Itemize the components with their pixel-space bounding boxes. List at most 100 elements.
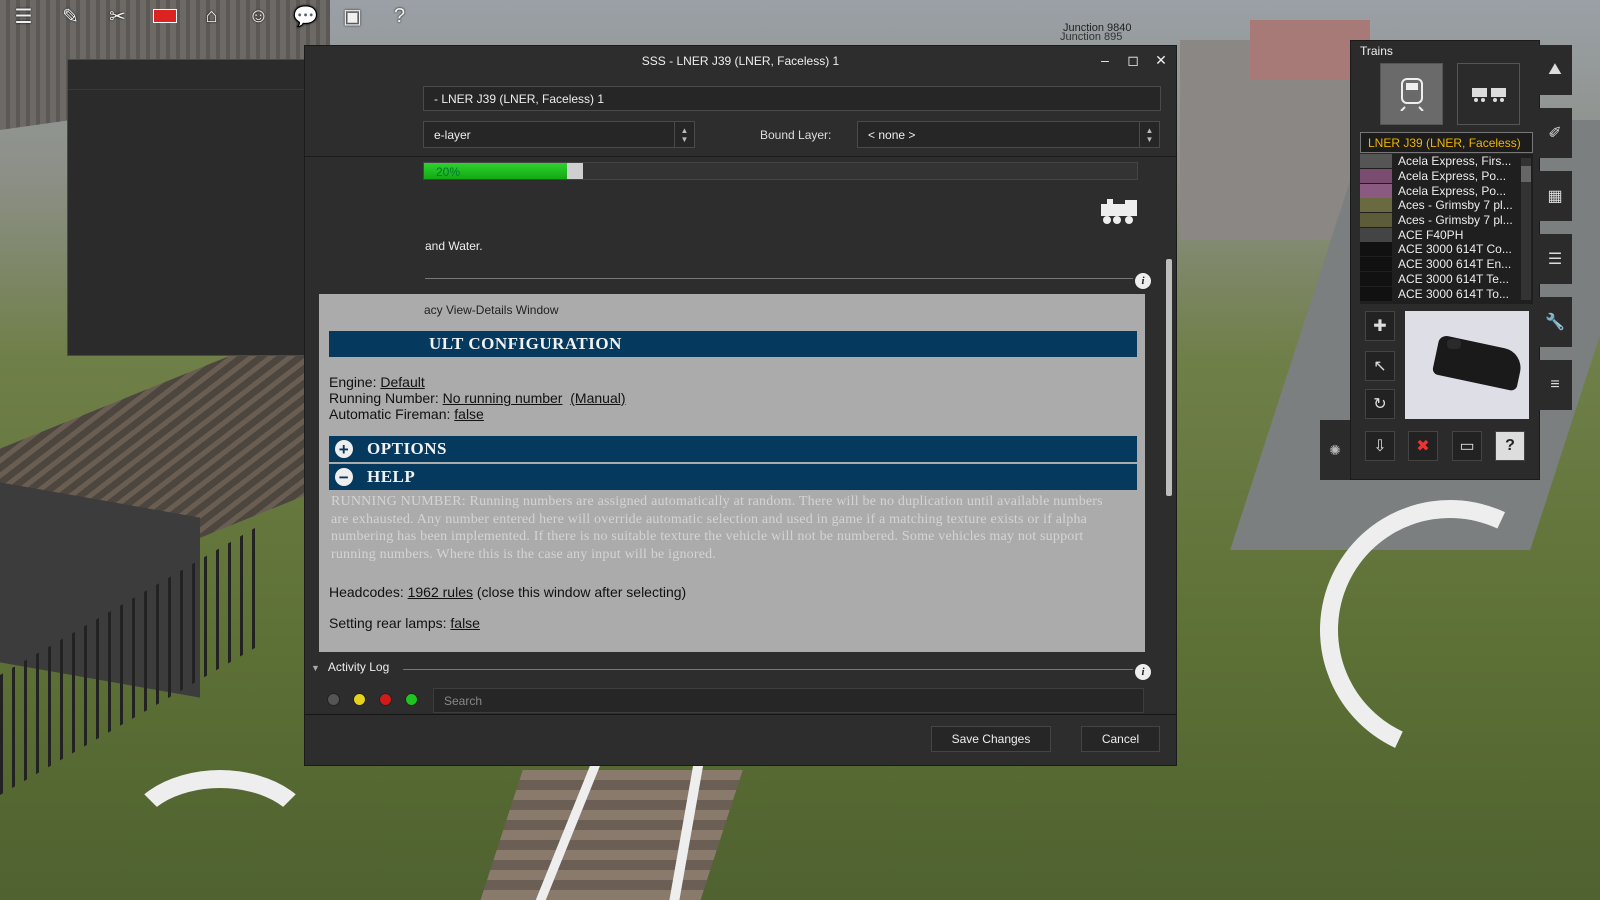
compass-icon[interactable]: ✺ [1320, 420, 1350, 480]
rolling-stock-filter-button[interactable] [1457, 63, 1520, 125]
rotate-icon[interactable]: ↻ [1365, 389, 1395, 419]
trains-panel: Trains LNER J39 (LNER, Faceless) Acela E… [1350, 40, 1540, 480]
layer-select[interactable]: e-layer ▲ ▼ [423, 121, 695, 148]
filter-ok-dot[interactable] [405, 693, 418, 706]
engine-link[interactable]: Default [380, 374, 424, 390]
locomotive-icon [1097, 196, 1141, 226]
filter-error-dot[interactable] [379, 693, 392, 706]
activity-log-label: Activity Log [327, 660, 390, 674]
menu-icon[interactable]: ☰ [0, 0, 47, 32]
rear-lamps-link[interactable]: false [450, 615, 480, 631]
camera-icon[interactable]: ⌂ [188, 0, 235, 32]
name-input[interactable]: - LNER J39 (LNER, Faceless) 1 [423, 86, 1161, 111]
headcodes-label: Headcodes: [329, 584, 408, 600]
maximize-icon[interactable]: ◻ [1126, 52, 1140, 69]
locomotive-filter-button[interactable] [1380, 63, 1443, 125]
selected-train-name[interactable]: LNER J39 (LNER, Faceless) [1360, 132, 1533, 153]
edit-icon[interactable]: ✎ [47, 0, 94, 32]
thumbnail [1360, 271, 1392, 286]
commodity-progress-bar[interactable]: 20% [423, 162, 1138, 180]
rear-lamps-row: Setting rear lamps: false [329, 615, 480, 631]
thumbnail [1360, 183, 1392, 198]
headcodes-row: Headcodes: 1962 rules (close this window… [329, 584, 686, 600]
railway-track [477, 770, 743, 900]
train-list: Acela Express, Firs... Acela Express, Po… [1360, 154, 1533, 304]
list-item[interactable]: Aces - Grimsby 7 pl... [1360, 213, 1533, 228]
chat-icon[interactable]: 💬 [282, 0, 329, 32]
scrollbar[interactable] [1166, 259, 1172, 496]
window-icon[interactable]: ▣ [329, 0, 376, 32]
options-header[interactable]: + OPTIONS [329, 436, 1137, 462]
layers-icon[interactable]: ≡ [1538, 360, 1572, 410]
manual-link[interactable]: (Manual) [570, 390, 625, 406]
item-label: ACE 3000 614T En... [1398, 257, 1512, 272]
list-item[interactable]: ACE 3000 614T Te... [1360, 271, 1533, 287]
divider [305, 714, 1176, 715]
window-controls: – ◻ ✕ [1098, 52, 1168, 69]
list-item[interactable]: ACE 3000 614T En... [1360, 257, 1533, 272]
properties-dialog: SSS - LNER J39 (LNER, Faceless) 1 – ◻ ✕ … [304, 45, 1177, 766]
log-search-input[interactable]: Search [433, 688, 1144, 713]
pick-tool-icon[interactable]: ↖ [1365, 351, 1395, 381]
help-icon[interactable]: ? [1495, 431, 1525, 461]
wrench-icon[interactable]: 🔧 [1538, 297, 1572, 347]
list-item[interactable]: ACE F40PH [1360, 227, 1533, 242]
locomotive-model [1431, 334, 1525, 392]
flag-icon[interactable] [141, 0, 188, 32]
consist-icon[interactable]: ▭ [1452, 431, 1482, 461]
list-item[interactable]: ACE 3000 614T Co... [1360, 242, 1533, 257]
filter-warning-dot[interactable] [353, 693, 366, 706]
bound-layer-value: < none > [868, 127, 916, 142]
delete-icon[interactable]: ✖ [1408, 431, 1438, 461]
list-item[interactable]: Acela Express, Firs... [1360, 154, 1533, 169]
spinner-icon[interactable]: ▲ ▼ [1139, 122, 1159, 147]
fireman-link[interactable]: false [454, 406, 484, 422]
progress-handle[interactable] [567, 163, 583, 179]
help-header[interactable]: − HELP [329, 464, 1137, 490]
fuel-water-text: and Water. [425, 239, 483, 253]
info-icon[interactable]: i [1135, 664, 1151, 680]
details-browser: acy View-Details Window ULT CONFIGURATIO… [319, 294, 1145, 652]
place-train-icon[interactable]: ⇩ [1365, 431, 1395, 461]
locomotive-dome [1447, 339, 1461, 349]
locomotive-front-icon [1399, 78, 1424, 111]
collapse-icon[interactable]: − [335, 468, 353, 486]
minimize-icon[interactable]: – [1098, 52, 1112, 69]
save-changes-button[interactable]: Save Changes [931, 726, 1051, 752]
expand-icon[interactable]: + [335, 440, 353, 458]
activity-log-toggle[interactable]: ▼ Activity Log [311, 660, 389, 674]
headcodes-link[interactable]: 1962 rules [408, 584, 473, 600]
help-icon[interactable]: ? [376, 0, 423, 32]
help-text: RUNNING NUMBER: Running numbers are assi… [331, 494, 1103, 562]
list-scroll-thumb[interactable] [1521, 166, 1531, 182]
running-number-link[interactable]: No running number [443, 390, 563, 406]
dialog-titlebar[interactable]: SSS - LNER J39 (LNER, Faceless) 1 – ◻ ✕ [305, 46, 1176, 76]
list-item[interactable]: ACE 3000 614T To... [1360, 286, 1533, 301]
track-icon[interactable]: ☰ [1538, 234, 1572, 284]
item-label: Aces - Grimsby 7 pl... [1398, 198, 1513, 213]
bound-layer-select[interactable]: < none > ▲ ▼ [857, 121, 1160, 148]
item-label: Acela Express, Po... [1398, 169, 1507, 184]
paint-icon[interactable]: ✐ [1538, 108, 1572, 158]
filter-all-dot[interactable] [327, 693, 340, 706]
close-icon[interactable]: ✕ [1154, 52, 1168, 69]
legacy-view-link[interactable]: acy View-Details Window [424, 303, 559, 317]
rear-lamps-label: Setting rear lamps: [329, 615, 451, 631]
thumbnail [1360, 286, 1392, 301]
list-item[interactable]: Acela Express, Po... [1360, 183, 1533, 198]
thumbnail [1360, 213, 1392, 228]
tools-icon[interactable]: ✂ [94, 0, 141, 32]
item-label: Aces - Grimsby 7 pl... [1398, 213, 1513, 228]
terrain-icon[interactable]: ⛰ [1538, 45, 1572, 95]
engine-row: Engine: Default [329, 374, 626, 390]
divider [305, 156, 1176, 157]
list-item[interactable]: Aces - Grimsby 7 pl... [1360, 198, 1533, 213]
spinner-icon[interactable]: ▲ ▼ [674, 122, 694, 147]
info-icon[interactable]: i [1135, 273, 1151, 289]
objects-icon[interactable]: ▦ [1538, 171, 1572, 221]
list-item[interactable]: Acela Express, Po... [1360, 169, 1533, 184]
add-icon[interactable]: ✚ [1365, 311, 1395, 341]
cancel-button[interactable]: Cancel [1081, 726, 1160, 752]
collapse-triangle-icon[interactable]: ▼ [311, 663, 320, 673]
players-icon[interactable]: ☺ [235, 0, 282, 32]
